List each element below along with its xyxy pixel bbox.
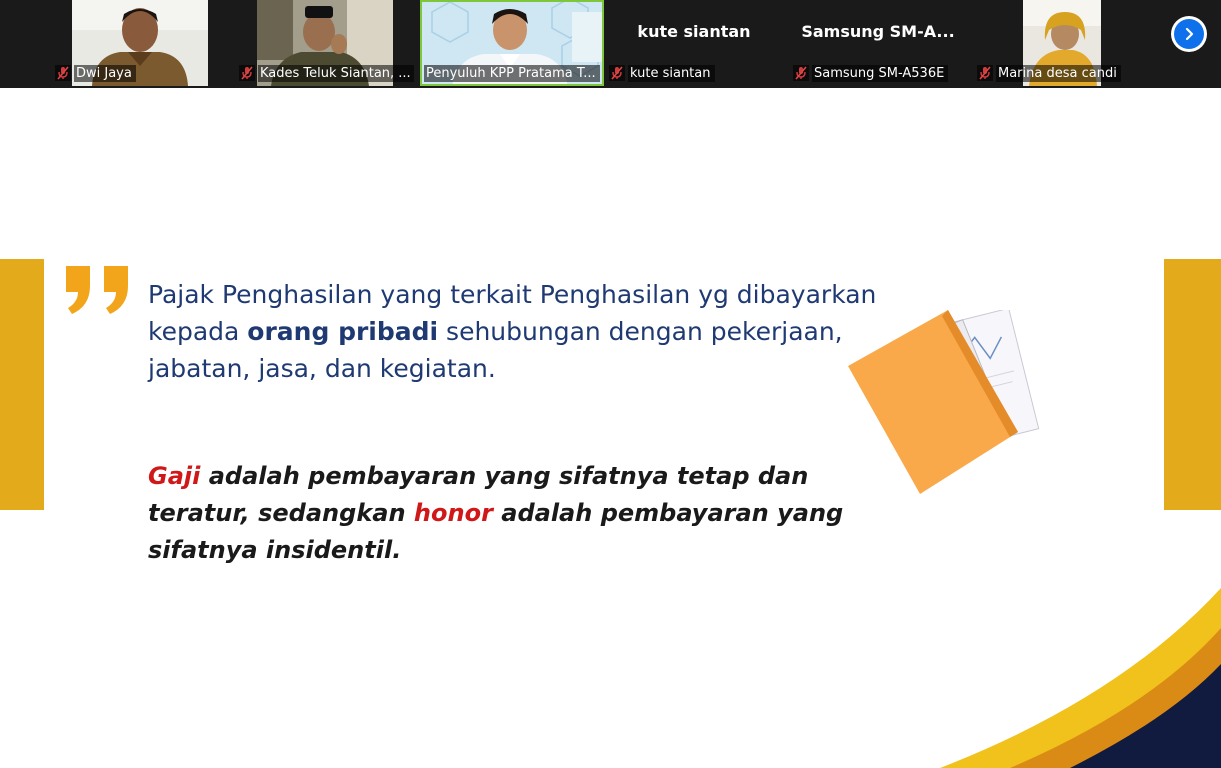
participant-tile-marina[interactable]: Marina desa candi xyxy=(974,0,1150,86)
microphone-muted-icon xyxy=(977,65,993,81)
participant-name: kute siantan xyxy=(628,64,715,82)
microphone-muted-icon xyxy=(793,65,809,81)
participant-tile-penyuluh[interactable]: Penyuluh KPP Pratama T... xyxy=(420,0,604,86)
microphone-muted-icon xyxy=(609,65,625,81)
participant-tile-dwi-jaya[interactable]: Dwi Jaya xyxy=(52,0,228,86)
chevron-right-icon xyxy=(1174,19,1204,49)
slide-term-gaji: Gaji xyxy=(148,462,201,490)
participant-display-name: Samsung SM-A... xyxy=(801,22,955,41)
participant-name: Samsung SM-A536E xyxy=(812,64,949,82)
participant-tile-kute-siantan[interactable]: kute siantan kute siantan xyxy=(606,0,782,86)
decorative-swoosh xyxy=(940,588,1221,768)
participant-tile-samsung[interactable]: Samsung SM-A... Samsung SM-A536E xyxy=(790,0,966,86)
participant-name-bar: Penyuluh KPP Pratama T... xyxy=(422,63,602,83)
participant-name-bar: Samsung SM-A536E xyxy=(790,63,966,83)
participant-name-bar: Marina desa candi xyxy=(974,63,1150,83)
document-folder-illustration xyxy=(848,310,1040,494)
participant-name: Kades Teluk Siantan, ... xyxy=(258,64,414,82)
accent-bar-right xyxy=(1164,259,1221,510)
microphone-muted-icon xyxy=(239,65,255,81)
shared-screen-slide: Pajak Penghasilan yang terkait Penghasil… xyxy=(0,88,1221,768)
microphone-muted-icon xyxy=(55,65,71,81)
slide-term-honor: honor xyxy=(413,499,493,527)
participant-strip: Dwi Jaya Kades Teluk Siantan, ... Penyul… xyxy=(0,0,1221,88)
slide-paragraph-gaji-honor: Gaji adalah pembayaran yang sifatnya tet… xyxy=(148,458,848,569)
accent-bar-left xyxy=(0,259,44,510)
participant-name: Marina desa candi xyxy=(996,64,1121,82)
quotation-mark-icon xyxy=(66,266,128,314)
next-participants-button[interactable] xyxy=(1171,16,1207,52)
participant-name-bar: kute siantan xyxy=(606,63,782,83)
participant-tile-kades[interactable]: Kades Teluk Siantan, ... xyxy=(236,0,414,86)
slide-text-bold: orang pribadi xyxy=(247,317,439,346)
participant-name-bar: Kades Teluk Siantan, ... xyxy=(236,63,414,83)
participant-name: Dwi Jaya xyxy=(74,64,136,82)
participant-display-name: kute siantan xyxy=(637,22,751,41)
slide-paragraph-definition: Pajak Penghasilan yang terkait Penghasil… xyxy=(148,276,888,387)
participant-name-bar: Dwi Jaya xyxy=(52,63,228,83)
participant-name: Penyuluh KPP Pratama T... xyxy=(424,64,600,82)
